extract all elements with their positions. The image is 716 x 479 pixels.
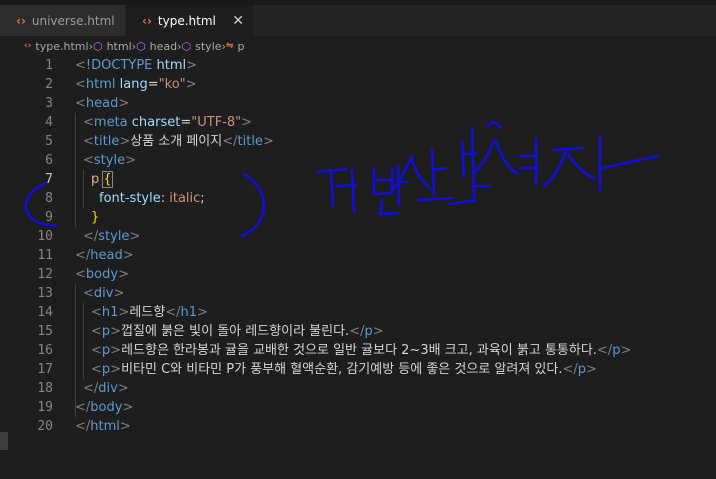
handwriting-annotation [24, 121, 660, 238]
